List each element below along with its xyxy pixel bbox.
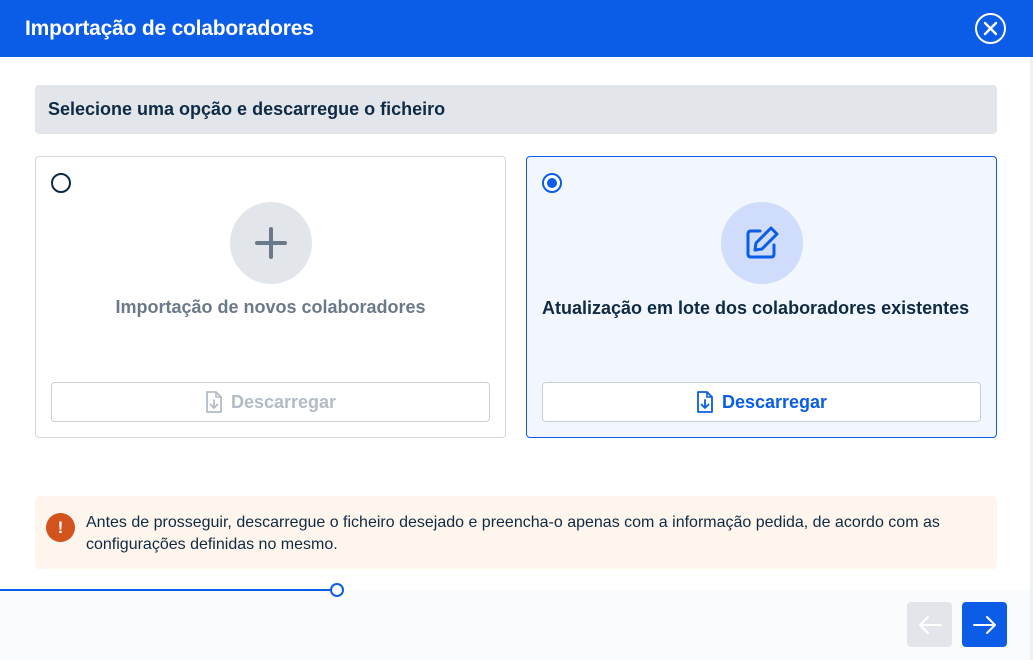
option-card-bulk-update[interactable]: Atualização em lote dos colaboradores ex…	[526, 156, 997, 438]
option-icon-circle	[721, 202, 803, 284]
progress-step-indicator	[330, 583, 344, 597]
warning-notice: ! Antes de prosseguir, descarregue o fic…	[35, 496, 997, 569]
close-icon	[983, 21, 998, 36]
notice-text: Antes de prosseguir, descarregue o fiche…	[86, 514, 940, 553]
download-label: Descarregar	[230, 391, 337, 412]
footer-background	[0, 590, 1030, 660]
import-dialog: Importação de colaboradores Selecione um…	[0, 0, 1033, 660]
arrow-right-icon	[972, 615, 996, 634]
plus-icon	[255, 227, 287, 259]
next-button[interactable]	[962, 602, 1007, 647]
arrow-left-icon	[918, 615, 942, 634]
back-button[interactable]	[907, 602, 952, 647]
radio-bulk-update[interactable]	[542, 173, 562, 193]
progress-line	[0, 589, 332, 591]
dialog-footer	[0, 570, 1030, 660]
option-icon-circle	[230, 202, 312, 284]
dialog-header: Importação de colaboradores	[0, 0, 1033, 57]
option-title: Importação de novos colaboradores	[115, 297, 426, 317]
download-button[interactable]: Descarregar	[542, 382, 981, 422]
exclamation-icon: !	[46, 513, 75, 542]
edit-icon	[746, 226, 779, 259]
section-heading: Selecione uma opção e descarregue o fich…	[35, 85, 997, 134]
download-label: Descarregar	[721, 391, 828, 412]
close-button[interactable]	[975, 13, 1006, 44]
download-button-disabled: Descarregar	[51, 382, 490, 422]
file-download-icon	[697, 391, 713, 413]
radio-new-employees[interactable]	[51, 173, 71, 193]
dialog-title: Importação de colaboradores	[25, 16, 314, 40]
option-title: Atualização em lote dos colaboradores ex…	[542, 298, 970, 318]
file-download-icon	[206, 391, 222, 413]
option-card-new-employees[interactable]: Importação de novos colaboradores Descar…	[35, 156, 506, 438]
